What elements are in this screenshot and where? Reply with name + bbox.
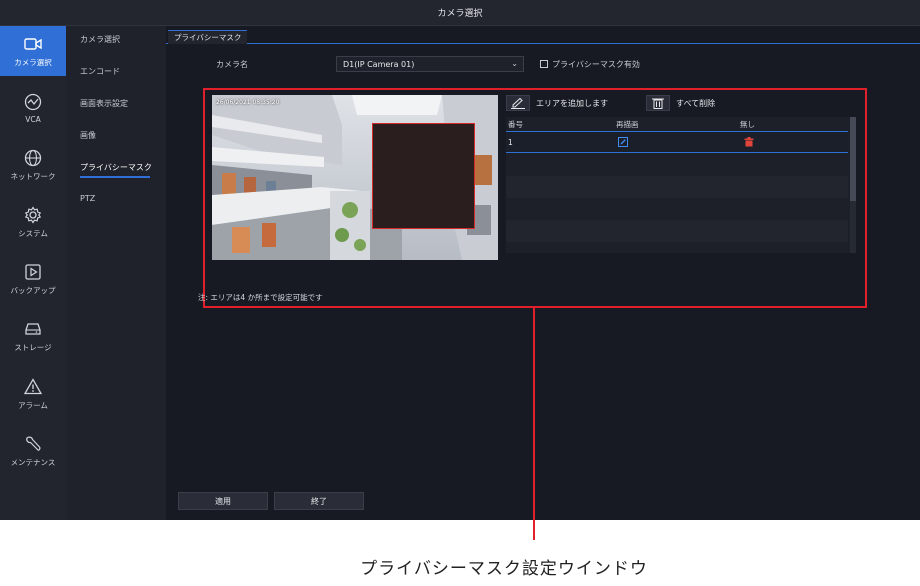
nav-item-vca[interactable]: VCA [0, 83, 66, 133]
nav-label-alarm: アラーム [18, 401, 48, 410]
privacy-mask-enable-label: プライバシーマスク有効 [552, 60, 640, 69]
exit-button[interactable]: 終了 [274, 492, 364, 510]
nav-item-backup[interactable]: バックアップ [0, 254, 66, 304]
subnav-item-ptz[interactable]: PTZ [80, 194, 95, 203]
drive-icon [25, 323, 41, 335]
nav-label-network: ネットワーク [10, 172, 56, 181]
apply-button[interactable]: 適用 [178, 492, 268, 510]
delete-row-icon[interactable] [744, 137, 754, 149]
delete-all-label: すべて削除 [676, 98, 716, 108]
title-bar: カメラ選択 [0, 0, 920, 26]
play-icon [25, 264, 41, 280]
camera-icon [24, 38, 42, 50]
camera-select-value: D1(IP Camera 01) [343, 59, 415, 69]
warning-icon [23, 378, 43, 395]
preview-timestamp: 26/06/2021 08:35:20 [216, 99, 280, 106]
nav-item-alarm[interactable]: アラーム [0, 369, 66, 419]
subnav-active-indicator [80, 176, 150, 178]
content-panel: プライバシーマスク カメラ名 D1(IP Camera 01) ⌄ プライバシー… [166, 26, 920, 520]
tab-privacy-mask[interactable]: プライバシーマスク [168, 30, 248, 44]
table-row[interactable]: 1 [506, 131, 848, 153]
figure-caption: プライバシーマスク設定ウインドウ [360, 559, 648, 579]
nav-label-system: システム [18, 229, 48, 238]
nav-item-camera[interactable]: カメラ選択 [0, 26, 66, 76]
app-window: カメラ選択 カメラ選択 VCA ネットワーク システム バックアップ ストレージ [0, 0, 920, 520]
wrench-icon [26, 436, 41, 451]
nav-label-storage: ストレージ [14, 343, 52, 352]
camera-preview[interactable]: 26/06/2021 08:35:20 [212, 95, 498, 260]
row-number: 1 [508, 138, 513, 147]
globe-icon [24, 149, 42, 167]
nav-item-network[interactable]: ネットワーク [0, 140, 66, 190]
column-header-redraw: 再描画 [616, 120, 639, 129]
main-nav: カメラ選択 VCA ネットワーク システム バックアップ ストレージ アラーム [0, 26, 66, 520]
nav-item-maintenance[interactable]: メンテナンス [0, 426, 66, 476]
redraw-icon[interactable] [618, 137, 628, 149]
camera-name-label: カメラ名 [216, 60, 248, 69]
privacy-mask-enable-checkbox[interactable] [540, 60, 548, 68]
delete-all-button[interactable]: すべて削除 [646, 94, 715, 112]
subnav-item-camera[interactable]: カメラ選択 [80, 34, 120, 45]
table-row-empty [506, 198, 848, 220]
privacy-mask-area[interactable] [372, 123, 475, 229]
area-limit-note: 注: エリアは4 か所まで設定可能です [198, 293, 323, 302]
table-row-empty [506, 154, 848, 176]
callout-line [533, 308, 535, 540]
sub-nav: カメラ選択 エンコード 画面表示設定 画像 プライバシーマスク PTZ [66, 26, 166, 520]
table-row-empty [506, 176, 848, 198]
nav-item-storage[interactable]: ストレージ [0, 311, 66, 361]
add-area-button[interactable]: エリアを追加します [506, 94, 608, 112]
gear-icon [24, 206, 42, 224]
table-row-empty [506, 220, 848, 242]
table-header: 番号 再描画 無し [506, 117, 848, 131]
nav-label-vca: VCA [25, 115, 41, 124]
camera-select[interactable]: D1(IP Camera 01) ⌄ [336, 56, 524, 72]
pencil-icon [506, 95, 530, 111]
subnav-item-image[interactable]: 画像 [80, 130, 96, 141]
tab-bar: プライバシーマスク [166, 30, 920, 44]
subnav-item-privacy-mask[interactable]: プライバシーマスク [80, 162, 152, 173]
column-header-number: 番号 [508, 120, 523, 129]
table-scrollbar-thumb[interactable] [850, 117, 856, 201]
nav-label-maintenance: メンテナンス [10, 458, 56, 467]
add-area-label: エリアを追加します [536, 98, 608, 108]
window-title: カメラ選択 [437, 9, 483, 19]
nav-label-camera: カメラ選択 [14, 58, 52, 67]
chevron-down-icon: ⌄ [511, 59, 518, 68]
subnav-item-display[interactable]: 画面表示設定 [80, 98, 128, 109]
analytics-icon [24, 93, 42, 111]
nav-label-backup: バックアップ [10, 286, 56, 295]
subnav-item-encode[interactable]: エンコード [80, 66, 120, 77]
trash-icon [646, 95, 670, 111]
column-header-delete: 無し [740, 120, 755, 129]
mask-area-table: 番号 再描画 無し 1 [506, 117, 856, 253]
nav-item-system[interactable]: システム [0, 197, 66, 247]
